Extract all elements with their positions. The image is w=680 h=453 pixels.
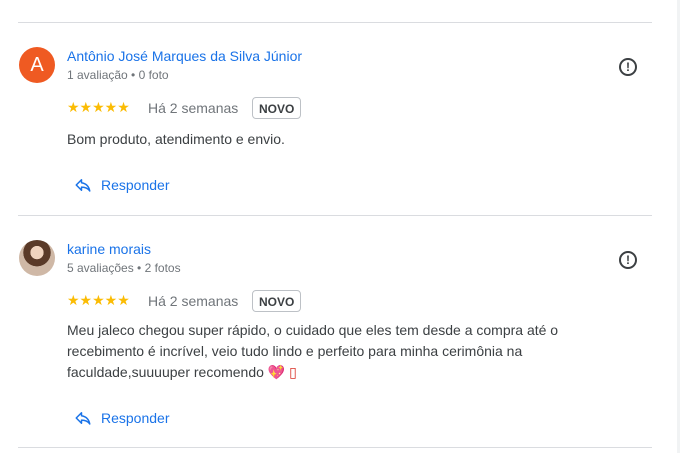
review-text: Meu jaleco chegou super rápido, o cuidad… xyxy=(67,320,607,383)
star-rating: ★★★★★ xyxy=(67,292,130,308)
reply-label: Responder xyxy=(101,410,170,426)
review-divider xyxy=(18,447,652,448)
review-time: Há 2 semanas xyxy=(148,293,239,309)
reply-label: Responder xyxy=(101,177,170,193)
report-icon[interactable]: ! xyxy=(619,251,637,269)
review-divider xyxy=(18,215,652,216)
reply-arrow-icon xyxy=(75,412,91,425)
avatar-letter: A xyxy=(30,53,44,76)
reviewer-name[interactable]: Antônio José Marques da Silva Júnior xyxy=(67,48,302,64)
reply-button[interactable]: Responder xyxy=(74,176,170,194)
star-rating: ★★★★★ xyxy=(67,99,130,115)
review-text: Bom produto, atendimento e envio. xyxy=(67,131,285,147)
reply-arrow-icon xyxy=(75,179,91,192)
new-badge: NOVO xyxy=(252,97,302,119)
avatar[interactable] xyxy=(19,240,55,276)
reviewer-name[interactable]: karine morais xyxy=(67,241,151,257)
new-badge: NOVO xyxy=(252,290,302,312)
avatar[interactable]: A xyxy=(19,47,55,83)
review-time: Há 2 semanas xyxy=(148,100,239,116)
reply-button[interactable]: Responder xyxy=(74,409,170,427)
report-icon[interactable]: ! xyxy=(619,58,637,76)
reviewer-meta: 5 avaliações • 2 fotos xyxy=(67,261,181,275)
top-divider xyxy=(18,22,652,23)
heart-emoji: 💖 ▯ xyxy=(267,364,297,380)
reviewer-meta: 1 avaliação • 0 foto xyxy=(67,68,169,82)
review-text-body: Meu jaleco chegou super rápido, o cuidad… xyxy=(67,322,559,380)
